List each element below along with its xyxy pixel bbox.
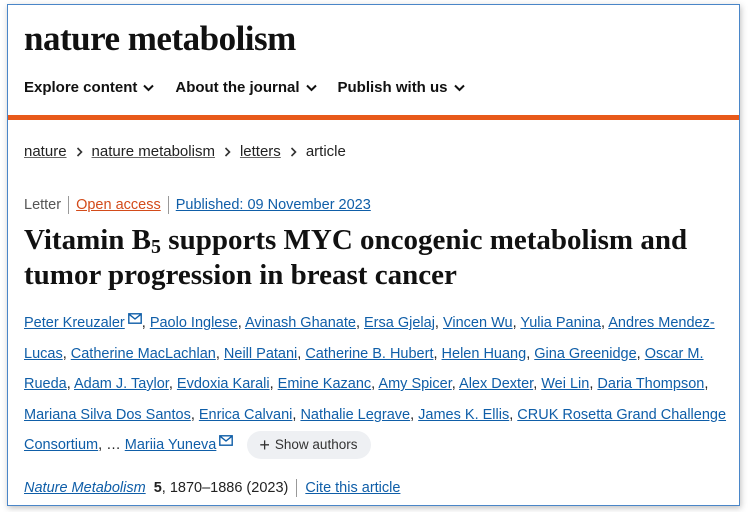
author-link[interactable]: Yulia Panina [520,315,601,331]
author-ellipsis: … [106,437,121,453]
main-nav: Explore content About the journal Publis… [24,79,486,96]
mail-icon[interactable] [127,313,142,324]
citation-line: Nature Metabolism 5 , 1870–1886 (2023) C… [24,479,400,497]
author-link[interactable]: Evdoxia Karali [177,376,270,392]
journal-link[interactable]: Nature Metabolism [24,480,146,496]
chevron-right-icon [224,146,231,157]
author-link[interactable]: Ersa Gjelaj [364,315,435,331]
article-type: Letter [24,197,62,213]
article-page: nature metabolism Explore content About … [7,4,740,506]
article-meta: Letter Open access Published: 09 Novembe… [24,196,371,214]
author-link[interactable]: Vincen Wu [443,315,513,331]
cite-article-link[interactable]: Cite this article [305,480,400,496]
nav-label: About the journal [175,79,300,96]
nav-explore-content[interactable]: Explore content [24,79,155,96]
nav-label: Explore content [24,79,138,96]
author-link[interactable]: Amy Spicer [378,376,451,392]
author-link[interactable]: Catherine MacLachlan [71,346,216,362]
published-date-link[interactable]: Published: 09 November 2023 [176,197,371,213]
author-link[interactable]: Helen Huang [442,346,527,362]
chevron-down-icon [453,84,465,91]
chevron-right-icon [290,146,297,157]
author-link[interactable]: Emine Kazanc [278,376,372,392]
mail-icon[interactable] [219,435,234,446]
show-authors-button[interactable]: + Show authors [247,431,372,460]
volume: 5 [153,480,162,496]
breadcrumb-current: article [305,143,346,160]
plus-icon: + [259,435,270,456]
pages-year: , 1870–1886 (2023) [161,480,289,496]
article-title: Vitamin B5 supports MYC oncogenic metabo… [24,223,734,293]
author-link[interactable]: Avinash Ghanate [245,315,356,331]
author-link[interactable]: Neill Patani [224,346,297,362]
breadcrumb-letters[interactable]: letters [240,143,281,160]
title-text: Vitamin B [24,224,152,256]
nav-about-journal[interactable]: About the journal [175,79,317,96]
show-authors-label: Show authors [274,437,358,453]
author-link[interactable]: Nathalie Legrave [300,407,410,423]
author-link[interactable]: James K. Ellis [418,407,509,423]
author-list: Peter Kreuzaler, Paolo Inglese, Avinash … [24,308,736,461]
divider [68,196,70,214]
author-link[interactable]: Peter Kreuzaler [24,315,125,331]
author-link[interactable]: Daria Thompson [597,376,704,392]
author-link[interactable]: Catherine B. Hubert [305,346,433,362]
chevron-right-icon [76,146,83,157]
breadcrumb-nature[interactable]: nature [24,143,67,160]
breadcrumb-nature-metabolism[interactable]: nature metabolism [92,143,215,160]
author-link[interactable]: Mariana Silva Dos Santos [24,407,191,423]
author-link[interactable]: Gina Greenidge [534,346,636,362]
divider [167,196,169,214]
author-link[interactable]: Enrica Calvani [199,407,293,423]
chevron-down-icon [143,84,155,91]
divider [296,479,298,497]
nav-publish-with-us[interactable]: Publish with us [338,79,465,96]
author-link[interactable]: Alex Dexter [459,376,533,392]
open-access-link[interactable]: Open access [76,197,161,213]
chevron-down-icon [305,84,317,91]
breadcrumb: nature nature metabolism letters article [24,143,346,160]
title-subscript: 5 [151,236,162,258]
nav-divider [8,115,739,120]
journal-logo[interactable]: nature metabolism [24,19,296,59]
nav-label: Publish with us [337,79,448,96]
author-link[interactable]: Paolo Inglese [150,315,238,331]
author-link[interactable]: Mariia Yuneva [125,437,217,453]
author-link[interactable]: Wei Lin [541,376,589,392]
author-link[interactable]: Adam J. Taylor [74,376,169,392]
